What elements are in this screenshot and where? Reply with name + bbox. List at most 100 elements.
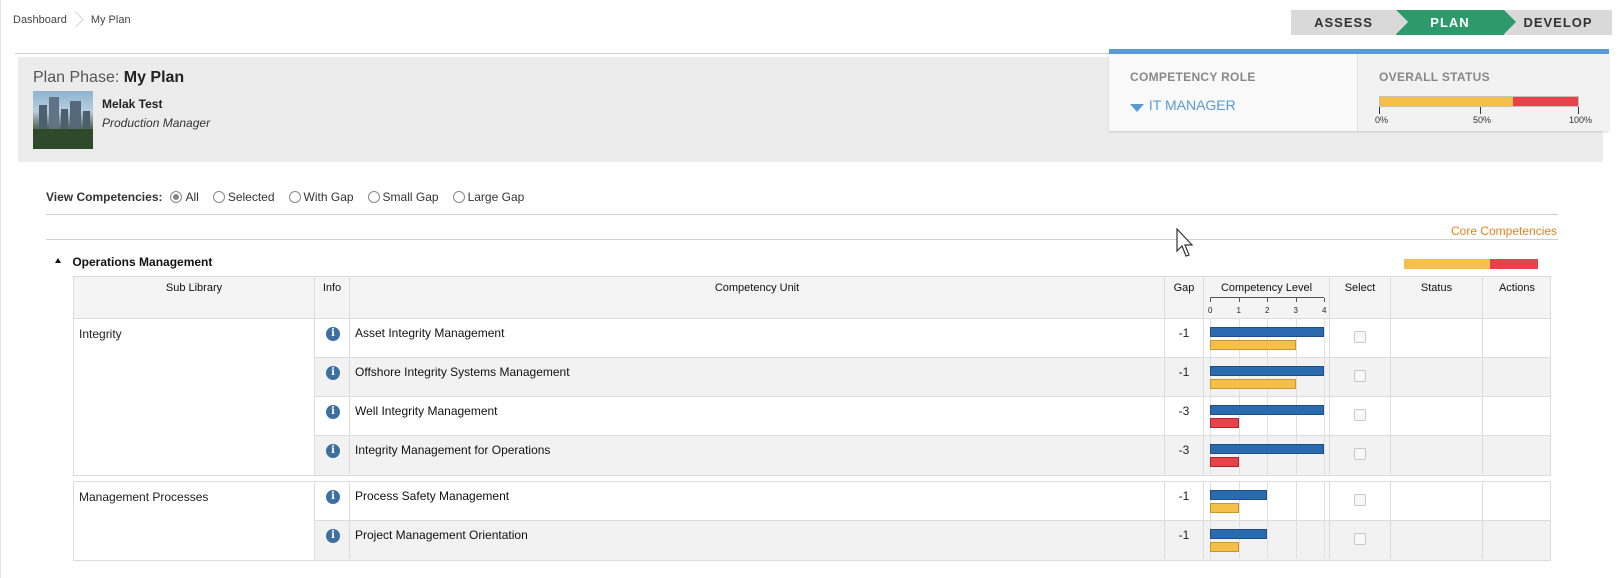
col-competency-unit: Competency Unit [350,277,1165,319]
select-checkbox[interactable] [1354,533,1366,545]
select-checkbox[interactable] [1354,370,1366,382]
divider [46,239,1558,240]
competency-role-dropdown[interactable]: IT MANAGER [1130,97,1236,113]
phase-plan[interactable]: PLAN [1396,10,1516,35]
filter-large-gap[interactable]: Large Gap [452,190,524,204]
current-level-bar [1210,418,1239,428]
table-row[interactable]: i Well Integrity Management -3 [315,397,1550,436]
table-row[interactable]: i Process Safety Management -1 [315,482,1550,521]
info-icon[interactable]: i [326,366,340,380]
scale-tick [1238,298,1240,302]
info-icon[interactable]: i [326,444,340,458]
view-competencies-filter: View Competencies: All Selected With Gap… [46,190,538,204]
breadcrumb-dashboard[interactable]: Dashboard [13,14,67,26]
filter-selected[interactable]: Selected [212,190,275,204]
competency-unit-cell[interactable]: Offshore Integrity Systems Management [350,358,1165,396]
info-cell: i [315,358,350,396]
level-grid [1210,482,1325,520]
status-cell [1391,436,1483,474]
select-checkbox[interactable] [1354,494,1366,506]
info-icon[interactable]: i [326,327,340,341]
filter-small-gap[interactable]: Small Gap [367,190,439,204]
competency-level-scale: 0 1 2 3 4 [1208,297,1326,315]
page: Dashboard My Plan ASSESS PLAN DEVELOP Pl… [0,0,1620,578]
select-checkbox[interactable] [1354,331,1366,343]
avatar [33,91,93,149]
competency-role-value: IT MANAGER [1148,97,1236,113]
col-sub-library: Sub Library [74,277,315,319]
competency-level-cell [1204,521,1330,559]
breadcrumb: Dashboard My Plan [13,11,131,29]
section-toggle[interactable]: Operations Management [55,255,212,269]
competency-unit-cell[interactable]: Integrity Management for Operations [350,436,1165,474]
actions-cell [1483,319,1544,357]
status-card: COMPETENCY ROLE IT MANAGER OVERALL STATU… [1109,49,1609,131]
select-cell [1330,319,1391,357]
required-level-bar [1210,529,1267,539]
status-cell [1391,482,1483,520]
select-checkbox[interactable] [1354,409,1366,421]
current-level-bar [1210,379,1296,389]
col-competency-level: Competency Level 0 1 2 3 4 [1204,277,1330,319]
current-level-bar [1210,542,1239,552]
filter-all[interactable]: All [170,190,199,204]
gap-cell: -1 [1165,319,1204,357]
filter-with-gap[interactable]: With Gap [288,190,354,204]
gap-cell: -1 [1165,482,1204,520]
actions-cell [1483,397,1544,435]
user-name: Melak Test [102,97,163,111]
status-cell [1391,358,1483,396]
select-checkbox[interactable] [1354,448,1366,460]
info-icon[interactable]: i [326,490,340,504]
radio-large-gap[interactable] [452,191,465,203]
info-cell: i [315,397,350,435]
overall-status-bar [1379,96,1579,107]
radio-selected[interactable] [212,191,225,203]
current-level-bar [1210,503,1239,513]
table-row[interactable]: i Offshore Integrity Systems Management … [315,358,1550,397]
table-row[interactable]: i Asset Integrity Management -1 [315,319,1550,358]
status-segment [1512,97,1578,106]
competency-role-panel: COMPETENCY ROLE IT MANAGER [1109,54,1358,131]
competency-table: Sub Library Info Competency Unit Gap Com… [73,276,1551,561]
scale-tick [1324,298,1325,302]
collapse-caret-icon [55,258,61,263]
info-cell: i [315,319,350,357]
phase-assess[interactable]: ASSESS [1291,10,1408,35]
status-cell [1391,319,1483,357]
table-body: Integrity i Asset Integrity Management -… [73,319,1551,561]
radio-small-gap[interactable] [367,191,380,203]
select-cell [1330,358,1391,396]
scale-tick-label: 2 [1265,306,1270,315]
competency-unit-cell[interactable]: Well Integrity Management [350,397,1165,435]
scale-tick [1210,298,1211,302]
col-select: Select [1330,277,1391,319]
plan-name: My Plan [123,69,185,86]
competency-unit-cell[interactable]: Project Management Orientation [350,521,1165,559]
radio-with-gap[interactable] [288,191,301,203]
radio-all[interactable] [170,191,183,203]
select-cell [1330,521,1391,559]
core-competencies-link[interactable]: Core Competencies [1451,224,1557,238]
status-cell [1391,397,1483,435]
status-cell [1391,521,1483,559]
info-icon[interactable]: i [326,529,340,543]
filter-with-gap-label: With Gap [303,190,354,204]
col-info: Info [315,277,350,319]
table-row[interactable]: i Project Management Orientation -1 [315,521,1550,560]
competency-unit-cell[interactable]: Asset Integrity Management [350,319,1165,357]
status-segment [1380,97,1513,106]
competency-level-cell [1204,436,1330,474]
select-cell [1330,397,1391,435]
phase-develop[interactable]: DEVELOP [1504,10,1612,35]
page-title: Plan Phase: My Plan [33,69,184,87]
level-grid [1210,358,1325,396]
competency-level-cell [1204,482,1330,520]
current-level-bar [1210,457,1239,467]
section-title: Operations Management [72,255,213,269]
sub-library-cell: Integrity [74,319,315,475]
competency-unit-cell[interactable]: Process Safety Management [350,482,1165,520]
axis-tick-50: 50% [1473,115,1492,125]
info-icon[interactable]: i [326,405,340,419]
table-row[interactable]: i Integrity Management for Operations -3 [315,436,1550,475]
